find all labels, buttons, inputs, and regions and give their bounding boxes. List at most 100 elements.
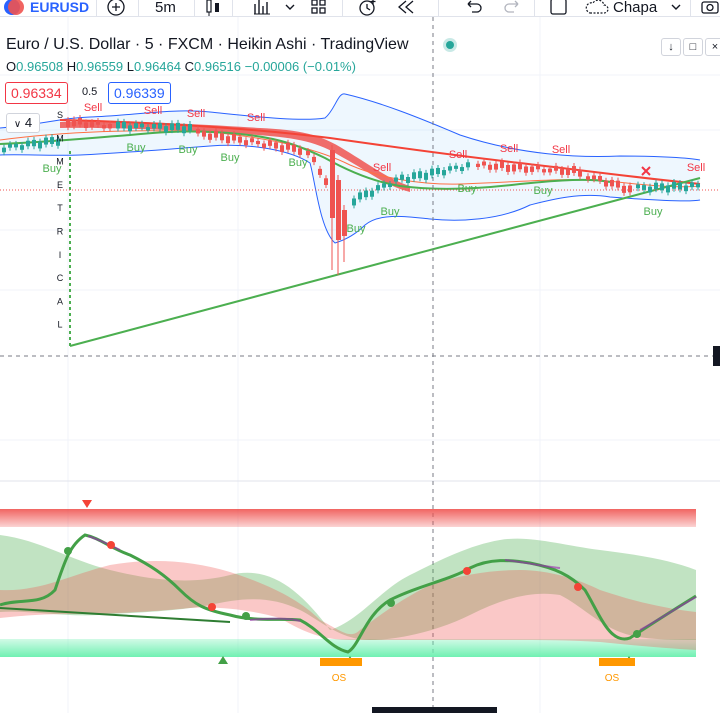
candle-body [648, 186, 652, 193]
buy-signal-label: Buy [179, 144, 198, 156]
candle-body [622, 185, 626, 193]
candle-body [286, 142, 290, 150]
candle-body [20, 145, 24, 150]
os-box [320, 658, 362, 666]
vertical-letter: M [56, 157, 64, 167]
candle-body [530, 166, 534, 172]
layout-name: Chapa [613, 0, 658, 16]
close-pane-button[interactable]: × [705, 38, 720, 56]
candle-body [44, 137, 48, 145]
high-label: H [66, 59, 77, 74]
indicators-dropdown[interactable] [284, 0, 296, 16]
low-label: L [126, 59, 134, 74]
divider [438, 0, 439, 16]
buy-signal-label: Buy [458, 183, 477, 195]
redo-button[interactable] [502, 0, 522, 16]
alert-button[interactable] [357, 0, 379, 16]
candle-body [696, 183, 700, 188]
candle-body [38, 141, 42, 149]
chart-area[interactable]: Buy Buy Buy Buy Buy Buy Buy Buy Buy Buy Sell Sell Se… [0, 17, 720, 713]
indicators-count: 4 [24, 115, 33, 130]
buy-signal-label: Buy [381, 206, 400, 218]
candle-body [238, 136, 242, 143]
layout-grid-icon [311, 0, 326, 14]
arrow-down-icon: ↓ [668, 41, 674, 53]
overbought-zone [0, 509, 696, 527]
candle-body [208, 133, 212, 140]
candle-body [518, 162, 522, 170]
candle-body [566, 168, 570, 176]
candle-body [610, 179, 614, 187]
candle-body [152, 123, 156, 129]
scroll-down-button[interactable]: ↓ [661, 38, 681, 56]
candle-body [292, 144, 296, 152]
candle-body [14, 143, 18, 148]
candle-body [592, 175, 596, 180]
candle-body [512, 164, 516, 172]
interval-label: 5m [155, 0, 176, 16]
candles-icon [206, 0, 219, 16]
vertical-letter: R [57, 227, 64, 237]
candle-body [96, 120, 100, 125]
spread-value: 0.5 [82, 86, 98, 98]
candle-body [214, 130, 218, 138]
buy-price-button[interactable]: 0.96339 [108, 82, 171, 104]
candle-body [578, 169, 582, 177]
divider [690, 0, 691, 16]
vertical-letter: I [59, 250, 62, 260]
candle-body [400, 174, 404, 180]
candle-body [358, 192, 362, 200]
candle-body [690, 182, 694, 188]
candle-body [134, 123, 138, 129]
os-label: OS [332, 673, 347, 684]
fullscreen-button[interactable] [549, 0, 569, 16]
main-chart[interactable]: BuyBuy BuyBuy BuyBuyBuyBuy BuyBuySell Sell Se… [0, 17, 720, 713]
snapshot-button[interactable] [700, 0, 720, 16]
vertical-letter: S [57, 110, 63, 120]
symbol-label: EURUSD [30, 0, 90, 15]
sell-price-button[interactable]: 0.96334 [5, 82, 68, 104]
vertical-letter: L [57, 320, 62, 330]
sell-signal-label: Sell [500, 143, 518, 155]
maximize-pane-button[interactable]: □ [683, 38, 703, 56]
symbol-search[interactable]: EURUSD [2, 0, 89, 16]
candle-body [370, 190, 374, 197]
indicators-collapse-button[interactable]: ∨ 4 [6, 113, 40, 133]
candle-body [220, 133, 224, 141]
candle-body [430, 168, 434, 176]
candle-body [506, 164, 510, 172]
undo-icon [467, 0, 482, 13]
close-label: C [184, 59, 195, 74]
candle-body [554, 165, 558, 171]
candle-body [418, 171, 422, 179]
candle-body [188, 124, 192, 131]
vertical-letter: C [57, 273, 64, 283]
chart-type-button[interactable] [205, 0, 221, 16]
vertical-letter: T [57, 203, 63, 213]
flag-icon [4, 0, 24, 15]
candle-body [394, 177, 398, 182]
candle-body [256, 140, 260, 145]
replay-button[interactable] [396, 0, 416, 16]
candle-body [170, 123, 174, 131]
time-scrollbar[interactable] [372, 707, 497, 713]
candle-body [8, 144, 12, 148]
chart-legend-title[interactable]: Euro / U.S. Dollar · 5 · FXCM · Heikin A… [6, 36, 409, 54]
add-symbol-button[interactable] [106, 0, 126, 16]
interval-button[interactable]: 5m [155, 0, 176, 16]
candle-body [262, 143, 266, 148]
candle-body [586, 176, 590, 180]
candle-body [306, 150, 310, 156]
candle-body [548, 168, 552, 173]
sell-triangle-marker [82, 500, 92, 508]
layout-button[interactable] [310, 0, 328, 16]
top-toolbar: EURUSD 5m Chapa [0, 0, 720, 17]
candle-body [164, 126, 168, 133]
market-status-dot[interactable] [446, 41, 454, 49]
undo-button[interactable] [464, 0, 484, 16]
candle-body [336, 180, 341, 240]
candle-body [122, 121, 126, 129]
candle-body [250, 138, 254, 143]
layout-name-button[interactable]: Chapa [584, 0, 683, 16]
indicators-button[interactable] [253, 0, 273, 16]
